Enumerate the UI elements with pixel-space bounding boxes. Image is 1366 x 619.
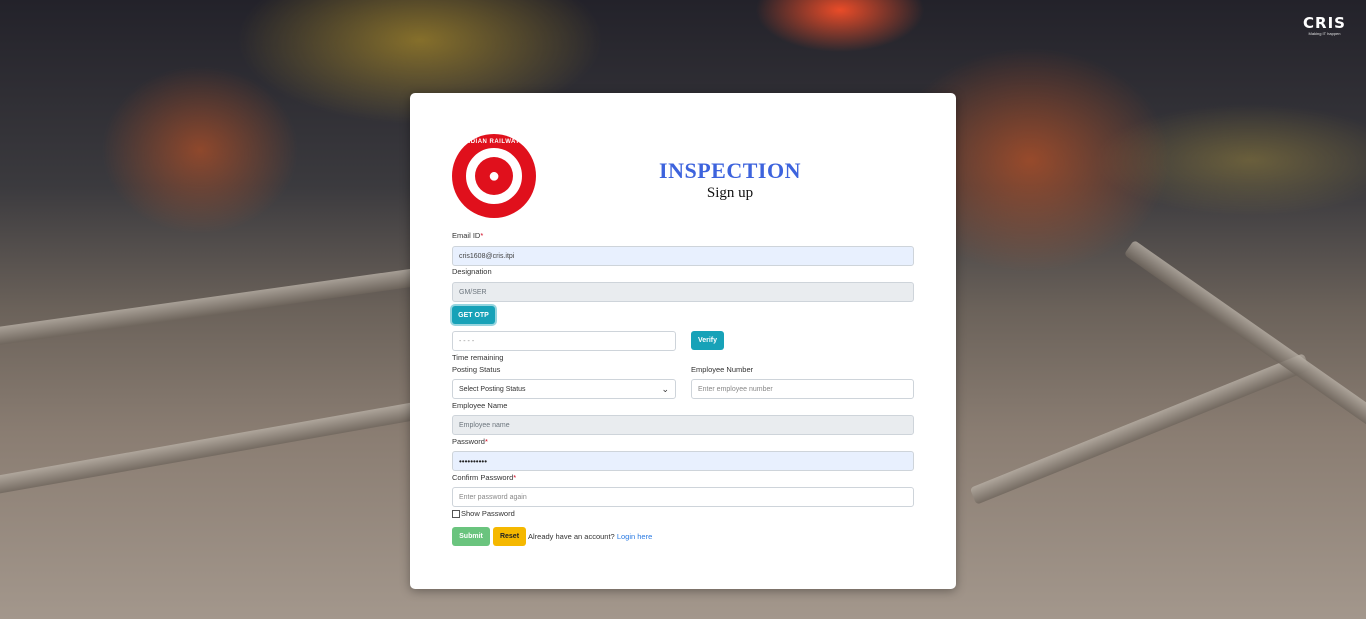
login-link[interactable]: Login here bbox=[617, 532, 652, 541]
background-rail bbox=[1123, 239, 1366, 439]
login-prompt: Already have an account? Login here bbox=[528, 532, 652, 541]
employee-number-placeholder: Enter employee number bbox=[698, 385, 773, 393]
time-remaining-label: Time remaining bbox=[452, 353, 504, 362]
confirm-password-placeholder: Enter password again bbox=[459, 493, 527, 501]
confirm-password-label: Confirm Password* bbox=[452, 473, 517, 482]
employee-name-field: Employee name bbox=[452, 415, 914, 435]
page-subtitle: Sign up bbox=[706, 185, 754, 201]
posting-status-value: Select Posting Status bbox=[459, 385, 526, 393]
page-title: INSPECTION bbox=[659, 158, 801, 183]
employee-number-label: Employee Number bbox=[691, 365, 754, 374]
indian-railways-emblem: INDIAN RAILWAYS ● bbox=[452, 134, 536, 218]
employee-name-placeholder: Employee name bbox=[459, 421, 510, 429]
background-rail bbox=[0, 268, 420, 350]
cris-logo-text: CRIS bbox=[1303, 14, 1346, 32]
email-label: Email ID* bbox=[452, 231, 484, 240]
cris-logo: CRIS Making IT happen bbox=[1303, 14, 1346, 37]
background-rail bbox=[0, 398, 438, 500]
posting-status-select[interactable]: Select Posting Status ⌄ bbox=[452, 379, 676, 399]
employee-name-label: Employee Name bbox=[452, 401, 508, 410]
email-field[interactable]: cris1608@cris.itpi bbox=[452, 246, 914, 266]
otp-input[interactable]: - - - - bbox=[452, 331, 676, 351]
get-otp-button[interactable]: GET OTP bbox=[452, 306, 495, 324]
employee-number-input[interactable]: Enter employee number bbox=[691, 379, 914, 399]
required-mark: * bbox=[513, 473, 517, 482]
required-mark: * bbox=[480, 231, 484, 240]
posting-status-label: Posting Status bbox=[452, 365, 501, 374]
designation-field: GM/SER bbox=[452, 282, 914, 302]
emblem-text: INDIAN RAILWAYS bbox=[463, 139, 525, 145]
designation-value: GM/SER bbox=[459, 288, 487, 296]
verify-button[interactable]: Verify bbox=[691, 331, 724, 350]
password-field[interactable]: •••••••••• bbox=[452, 451, 914, 471]
show-password-label: Show Password bbox=[461, 509, 515, 518]
password-value: •••••••••• bbox=[459, 456, 488, 466]
required-mark: * bbox=[484, 437, 488, 446]
background-rail bbox=[969, 353, 1311, 505]
confirm-password-field[interactable]: Enter password again bbox=[452, 487, 914, 507]
signup-card: INDIAN RAILWAYS ● INSPECTION Sign up Ema… bbox=[410, 93, 956, 589]
designation-label: Designation bbox=[452, 267, 492, 276]
password-label: Password* bbox=[452, 437, 488, 446]
email-value: cris1608@cris.itpi bbox=[459, 252, 515, 260]
cris-logo-tagline: Making IT happen bbox=[1308, 31, 1341, 36]
submit-button[interactable]: Submit bbox=[452, 527, 490, 546]
chevron-down-icon: ⌄ bbox=[661, 384, 669, 394]
reset-button[interactable]: Reset bbox=[493, 527, 526, 546]
show-password-toggle[interactable]: Show Password bbox=[452, 509, 515, 518]
already-text: Already have an account? bbox=[528, 532, 615, 541]
otp-placeholder: - - - - bbox=[459, 337, 475, 345]
locomotive-icon: ● bbox=[475, 157, 513, 195]
show-password-checkbox[interactable] bbox=[452, 509, 460, 518]
